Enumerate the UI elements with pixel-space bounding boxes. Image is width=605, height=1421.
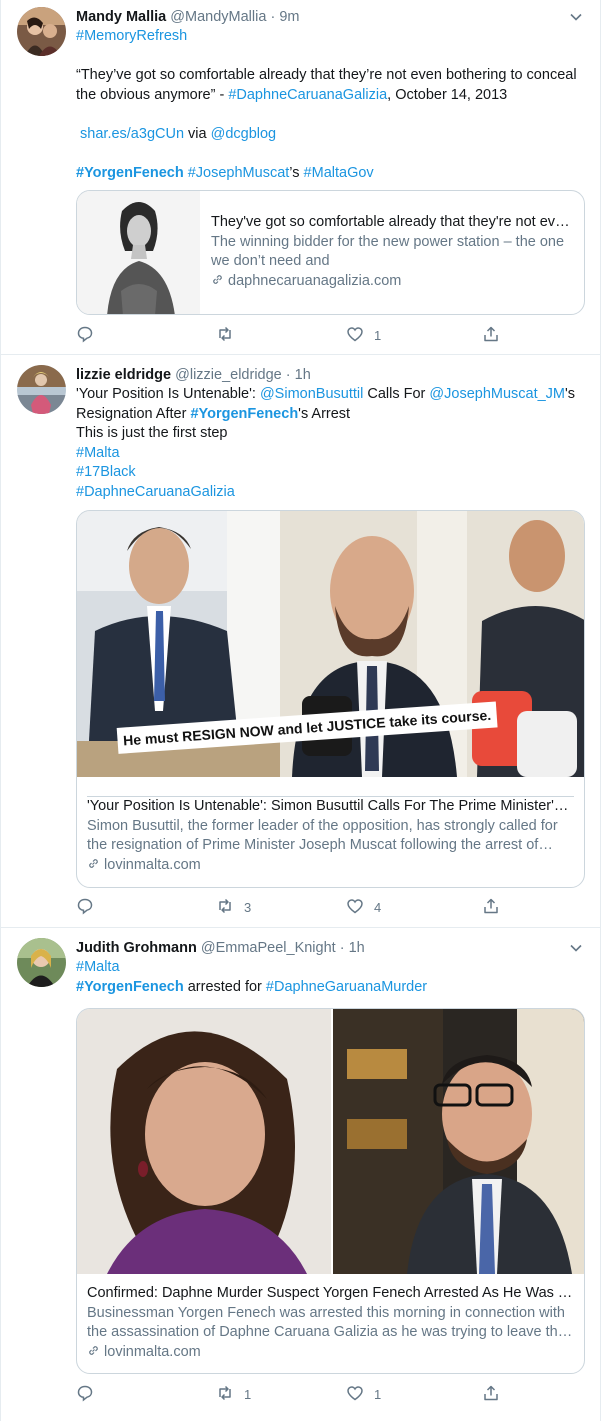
avatar[interactable] — [17, 7, 66, 56]
share-button[interactable] — [482, 324, 500, 346]
retweet-button[interactable]: 1 — [216, 1383, 251, 1405]
tweet-header: Judith Grohmann @EmmaPeel_Knight · 1h — [76, 938, 585, 958]
url-link[interactable]: shar.es/a3gCUn — [80, 126, 184, 142]
quote-date: , October 14, 2013 — [387, 86, 508, 103]
reply-icon — [76, 1384, 94, 1405]
hashtag-link[interactable]: #YorgenFenech — [76, 165, 184, 181]
card-image — [77, 191, 200, 314]
retweet-button[interactable]: 3 — [216, 896, 251, 918]
link-card[interactable]: They've got so comfortable already that … — [76, 190, 585, 315]
tweet[interactable]: Judith Grohmann @EmmaPeel_Knight · 1h #M… — [1, 928, 601, 1421]
tweet-text: 'Your Position Is Untenable': @SimonBusu… — [76, 385, 585, 502]
hashtag-link[interactable]: #JosephMuscat — [188, 165, 290, 181]
hashtag-link[interactable]: #DaphneGaruanaMurder — [266, 979, 427, 995]
card-title: They've got so comfortable already that … — [211, 214, 574, 230]
avatar[interactable] — [17, 938, 66, 987]
card-domain: lovinmalta.com — [87, 1343, 574, 1363]
user-handle[interactable]: @EmmaPeel_Knight — [201, 940, 336, 956]
card-description: Businessman Yorgen Fenech was arrested t… — [87, 1304, 566, 1341]
tweet[interactable]: Mandy Mallia @MandyMallia · 9m #MemoryRe… — [1, 0, 601, 355]
mention-link[interactable]: @JosephMuscat_JM — [429, 386, 565, 402]
tweet-actions: 3 4 — [76, 896, 516, 918]
hashtag-link[interactable]: #Malta — [76, 445, 120, 461]
timestamp[interactable]: 9m — [279, 9, 299, 25]
share-button[interactable] — [482, 896, 500, 918]
card-domain: daphnecaruanagalizia.com — [211, 272, 574, 292]
separator-dot: · — [285, 367, 291, 383]
hashtag-link[interactable]: #YorgenFenech — [76, 979, 184, 995]
timestamp[interactable]: 1h — [349, 940, 365, 956]
mention-link[interactable]: @SimonBusuttil — [260, 386, 363, 402]
link-icon — [87, 1344, 100, 1360]
reply-icon — [76, 325, 94, 346]
like-button[interactable]: 1 — [346, 1383, 381, 1405]
retweet-icon — [216, 897, 234, 918]
separator-dot: · — [270, 9, 276, 25]
tweet[interactable]: lizzie eldridge @lizzie_eldridge · 1h 'Y… — [1, 355, 601, 928]
hashtag-link[interactable]: #MaltaGov — [304, 165, 374, 181]
hashtag-link[interactable]: #17Black — [76, 464, 136, 480]
link-card[interactable]: He must RESIGN NOW and let JUSTICE take … — [76, 510, 585, 888]
like-icon — [346, 1384, 364, 1405]
card-domain: lovinmalta.com — [87, 856, 574, 876]
card-description: Simon Busuttil, the former leader of the… — [87, 817, 558, 854]
display-name[interactable]: lizzie eldridge — [76, 367, 171, 383]
tweet-header: lizzie eldridge @lizzie_eldridge · 1h — [76, 365, 585, 385]
hashtag-link[interactable]: #YorgenFenech — [190, 406, 298, 422]
tweet-actions: 1 1 — [76, 1383, 516, 1405]
card-title: Confirmed: Daphne Murder Suspect Yorgen … — [87, 1285, 574, 1301]
card-title: 'Your Position Is Untenable': Simon Busu… — [87, 798, 574, 814]
tweet-actions: 1 — [76, 324, 516, 346]
card-image — [77, 1009, 584, 1274]
tweet-line: This is just the first step — [76, 425, 228, 441]
reply-icon — [76, 897, 94, 918]
like-icon — [346, 325, 364, 346]
mention-link[interactable]: @dcgblog — [211, 126, 277, 142]
tweet-text: #MemoryRefresh “They’ve got so comfortab… — [76, 28, 577, 181]
reply-button[interactable] — [76, 1383, 104, 1405]
like-icon — [346, 897, 364, 918]
retweet-icon — [216, 325, 234, 346]
link-card[interactable]: Confirmed: Daphne Murder Suspect Yorgen … — [76, 1008, 585, 1374]
timeline: Mandy Mallia @MandyMallia · 9m #MemoryRe… — [0, 0, 601, 1421]
hashtag-link[interactable]: #DaphneCaruanaGalizia — [76, 484, 235, 500]
reply-button[interactable] — [76, 896, 104, 918]
share-icon — [482, 1384, 500, 1405]
hashtag-link[interactable]: #MemoryRefresh — [76, 28, 187, 44]
via-text: via — [184, 125, 211, 142]
reply-button[interactable] — [76, 324, 104, 346]
card-description: The winning bidder for the new power sta… — [211, 233, 565, 270]
like-button[interactable]: 4 — [346, 896, 381, 918]
tweet-header: Mandy Mallia @MandyMallia · 9m — [76, 7, 585, 27]
card-image: He must RESIGN NOW and let JUSTICE take … — [77, 511, 584, 777]
retweet-icon — [216, 1384, 234, 1405]
hashtag-link[interactable]: #DaphneCaruanaGalizia — [228, 87, 387, 103]
share-icon — [482, 897, 500, 918]
avatar[interactable] — [17, 365, 66, 414]
retweet-button[interactable] — [216, 324, 244, 346]
link-icon — [87, 857, 100, 873]
share-icon — [482, 325, 500, 346]
like-button[interactable]: 1 — [346, 324, 381, 346]
user-handle[interactable]: @lizzie_eldridge — [175, 367, 282, 383]
separator-dot: · — [339, 940, 345, 956]
display-name[interactable]: Mandy Mallia — [76, 9, 166, 25]
hashtag-link[interactable]: #Malta — [76, 959, 120, 975]
user-handle[interactable]: @MandyMallia — [170, 9, 266, 25]
link-icon — [211, 273, 224, 289]
tweet-text: #Malta #YorgenFenech arrested for #Daphn… — [76, 959, 428, 995]
share-button[interactable] — [482, 1383, 500, 1405]
display-name[interactable]: Judith Grohmann — [76, 940, 197, 956]
timestamp[interactable]: 1h — [295, 367, 311, 383]
